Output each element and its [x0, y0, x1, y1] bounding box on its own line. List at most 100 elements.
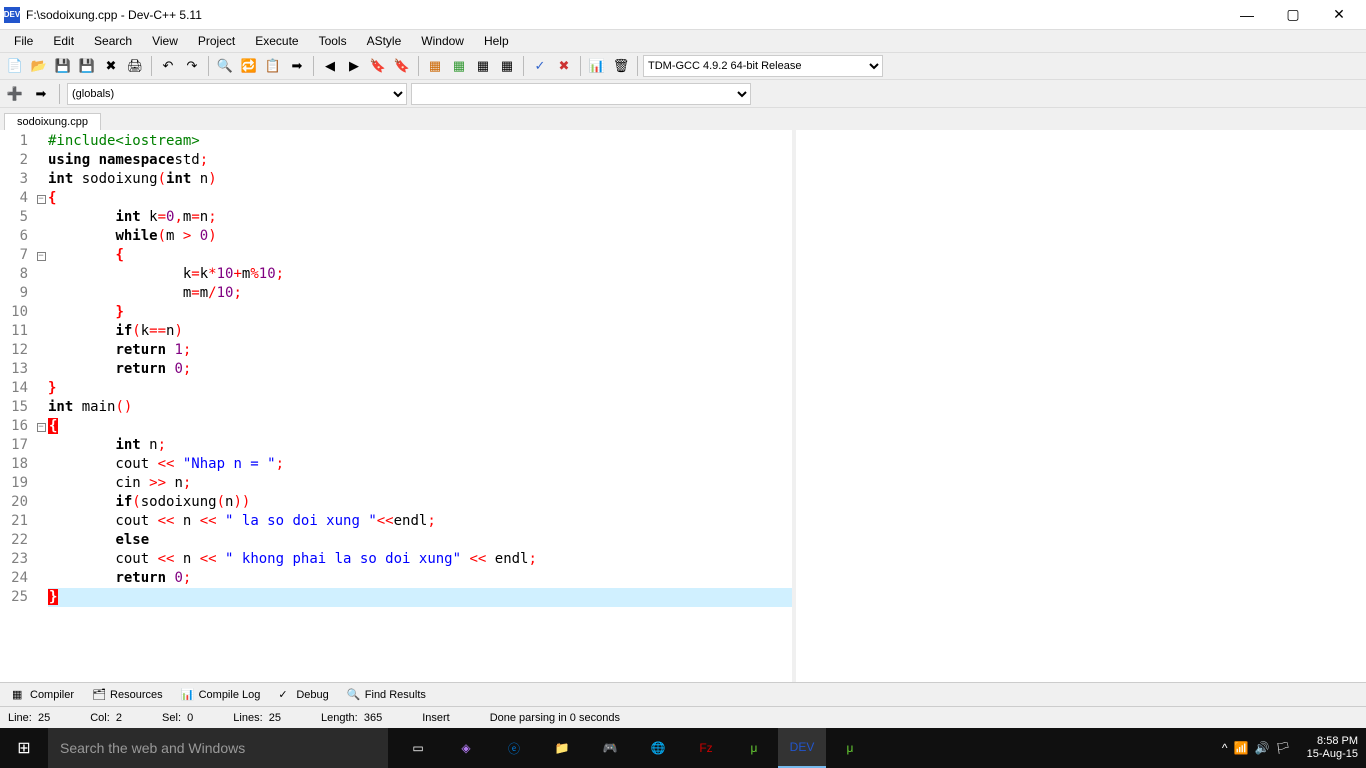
menu-help[interactable]: Help [474, 32, 519, 50]
toolbar-sep [637, 56, 638, 76]
editor-tab-active[interactable]: sodoixung.cpp [4, 113, 101, 130]
fold-toggle[interactable]: − [37, 195, 46, 204]
toolbar-sep [523, 56, 524, 76]
status-mode: Insert [422, 712, 450, 724]
menu-execute[interactable]: Execute [245, 32, 308, 50]
start-button[interactable]: ⊞ [0, 728, 48, 768]
save-icon[interactable]: 💾 [52, 55, 74, 77]
goto-bookmark-icon[interactable]: 🔖 [391, 55, 413, 77]
statusbar: Line: 25 Col: 2 Sel: 0 Lines: 25 Length:… [0, 706, 1366, 728]
fold-toggle[interactable]: − [37, 423, 46, 432]
code-area[interactable]: #include<iostream>using namespacestd;int… [48, 130, 792, 682]
undo-icon[interactable]: ↶ [157, 55, 179, 77]
profile-icon[interactable]: 📊 [586, 55, 608, 77]
main-toolbar: 📄 📂 💾 💾 ✖ 🖨 ↶ ↷ 🔍 🔁 📋 ➡ ◀ ▶ 🔖 🔖 ▦ ▦ ▦ ▦ … [0, 52, 1366, 80]
utorrent2-icon[interactable]: μ [826, 728, 874, 768]
rebuild-icon[interactable]: ▦ [496, 55, 518, 77]
line-gutter: 1234567891011121314151617181920212223242… [0, 130, 34, 682]
task-view-icon[interactable]: ▭ [394, 728, 442, 768]
toolbar-sep [151, 56, 152, 76]
system-tray[interactable]: ^ 📶 🔊 🏳 [1214, 741, 1299, 755]
explorer-icon[interactable]: 📁 [538, 728, 586, 768]
class-toolbar: ➕ ➡ (globals) [0, 80, 1366, 108]
editor: 1234567891011121314151617181920212223242… [0, 130, 1366, 682]
pes-icon[interactable]: 🎮 [586, 728, 634, 768]
fold-toggle[interactable]: − [37, 252, 46, 261]
run-icon[interactable]: ▦ [448, 55, 470, 77]
window-title: F:\sodoixung.cpp - Dev-C++ 5.11 [26, 8, 1224, 22]
utorrent-icon[interactable]: μ [730, 728, 778, 768]
goto-icon[interactable]: ➡ [286, 55, 308, 77]
redo-icon[interactable]: ↷ [181, 55, 203, 77]
bottom-tabs: ▦Compiler 🗂Resources 📊Compile Log ✓Debug… [0, 682, 1366, 706]
visual-studio-icon[interactable]: ◈ [442, 728, 490, 768]
close-file-icon[interactable]: ✖ [100, 55, 122, 77]
wifi-icon[interactable]: 📶 [1233, 741, 1248, 755]
forward-icon[interactable]: ▶ [343, 55, 365, 77]
log-icon: 📊 [181, 688, 195, 702]
menubar: File Edit Search View Project Execute To… [0, 30, 1366, 52]
devcpp-icon[interactable]: DEV [778, 728, 826, 768]
stop-icon[interactable]: ✖ [553, 55, 575, 77]
toolbar-sep [59, 84, 60, 104]
globals-select[interactable]: (globals) [67, 83, 407, 105]
menu-tools[interactable]: Tools [309, 32, 357, 50]
volume-icon[interactable]: 🔊 [1254, 741, 1269, 755]
menu-astyle[interactable]: AStyle [357, 32, 412, 50]
menu-view[interactable]: View [142, 32, 188, 50]
tab-compiler[interactable]: ▦Compiler [4, 686, 82, 704]
secondary-editor-pane [796, 130, 1366, 682]
new-file-icon[interactable]: 📄 [4, 55, 26, 77]
titlebar: DEV F:\sodoixung.cpp - Dev-C++ 5.11 — ▢ … [0, 0, 1366, 30]
menu-window[interactable]: Window [411, 32, 474, 50]
find-icon[interactable]: 🔍 [214, 55, 236, 77]
toolbar-sep [418, 56, 419, 76]
bookmark-icon[interactable]: 🔖 [367, 55, 389, 77]
minimize-button[interactable]: — [1224, 0, 1270, 30]
open-file-icon[interactable]: 📂 [28, 55, 50, 77]
debug-icon[interactable]: ✓ [529, 55, 551, 77]
save-all-icon[interactable]: 💾 [76, 55, 98, 77]
compiler-select[interactable]: TDM-GCC 4.9.2 64-bit Release [643, 55, 883, 77]
app-icon: DEV [4, 7, 20, 23]
find-icon: 🔍 [347, 688, 361, 702]
status-sel: Sel: 0 [162, 712, 193, 724]
clean-icon[interactable]: 🗑 [610, 55, 632, 77]
compiler-icon: ▦ [12, 688, 26, 702]
replace-icon[interactable]: 🔁 [238, 55, 260, 77]
menu-edit[interactable]: Edit [43, 32, 84, 50]
tab-debug[interactable]: ✓Debug [270, 686, 336, 704]
toolbar-sep [208, 56, 209, 76]
new-class-icon[interactable]: ➕ [4, 83, 26, 105]
back-icon[interactable]: ◀ [319, 55, 341, 77]
tray-up-icon[interactable]: ^ [1222, 741, 1228, 755]
status-line: Line: 25 [8, 712, 50, 724]
fold-column: − − − [34, 130, 48, 682]
taskbar-clock[interactable]: 8:58 PM 15-Aug-15 [1299, 735, 1366, 761]
tab-compile-log[interactable]: 📊Compile Log [173, 686, 269, 704]
chrome-icon[interactable]: 🌐 [634, 728, 682, 768]
taskbar-search[interactable]: Search the web and Windows [48, 728, 388, 768]
maximize-button[interactable]: ▢ [1270, 0, 1316, 30]
status-message: Done parsing in 0 seconds [490, 712, 620, 724]
edge-icon[interactable]: ⓔ [490, 728, 538, 768]
menu-project[interactable]: Project [188, 32, 245, 50]
menu-file[interactable]: File [4, 32, 43, 50]
windows-taskbar: ⊞ Search the web and Windows ▭ ◈ ⓔ 📁 🎮 🌐… [0, 728, 1366, 768]
goto-class-icon[interactable]: ➡ [30, 83, 52, 105]
menu-search[interactable]: Search [84, 32, 142, 50]
flag-icon[interactable]: 🏳 [1275, 741, 1290, 755]
filezilla-icon[interactable]: Fz [682, 728, 730, 768]
editor-tabbar: sodoixung.cpp [0, 108, 1366, 130]
find-in-files-icon[interactable]: 📋 [262, 55, 284, 77]
close-button[interactable]: ✕ [1316, 0, 1362, 30]
compile-run-icon[interactable]: ▦ [472, 55, 494, 77]
tab-resources[interactable]: 🗂Resources [84, 686, 171, 704]
print-icon[interactable]: 🖨 [124, 55, 146, 77]
toolbar-sep [313, 56, 314, 76]
tab-find-results[interactable]: 🔍Find Results [339, 686, 434, 704]
toolbar-sep [580, 56, 581, 76]
class-select[interactable] [411, 83, 751, 105]
resources-icon: 🗂 [92, 688, 106, 702]
compile-icon[interactable]: ▦ [424, 55, 446, 77]
